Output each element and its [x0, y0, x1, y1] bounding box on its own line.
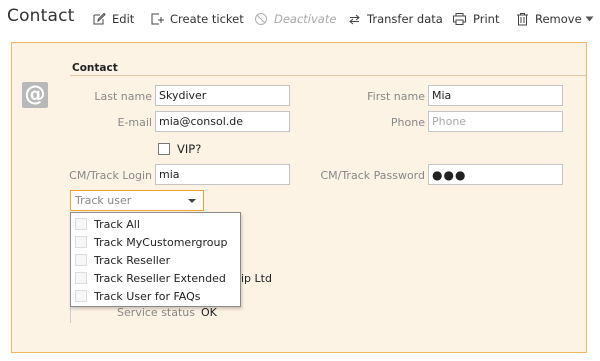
first-name-field[interactable] — [428, 85, 563, 106]
track-user-select[interactable]: Track user — [70, 190, 204, 211]
menu-checkbox[interactable] — [75, 218, 87, 230]
company-name-fragment: ip Ltd — [241, 272, 272, 285]
create-ticket-button[interactable]: Create ticket — [150, 10, 244, 28]
last-name-label: Last name — [94, 90, 152, 103]
create-ticket-label: Create ticket — [170, 12, 244, 26]
cm-login-label: CM/Track Login — [69, 169, 152, 182]
transfer-data-button[interactable]: Transfer data — [348, 10, 443, 28]
page-title: Contact — [7, 6, 75, 26]
menu-checkbox[interactable] — [75, 272, 87, 284]
remove-button[interactable]: Remove — [516, 10, 594, 28]
transfer-data-label: Transfer data — [367, 12, 443, 26]
toolbar: Contact Edit Create ticket Deactivate Tr… — [0, 0, 600, 38]
phone-field[interactable] — [428, 111, 563, 132]
at-sign-icon: @ — [22, 82, 48, 108]
menu-checkbox[interactable] — [75, 254, 87, 266]
edit-button[interactable]: Edit — [92, 10, 134, 28]
track-user-menu: Track All Track MyCustomergroup Track Re… — [70, 212, 241, 307]
chevron-down-icon — [585, 16, 594, 22]
menu-item-label: Track Reseller — [94, 253, 171, 267]
print-button[interactable]: Print — [452, 10, 499, 28]
deactivate-button: Deactivate — [254, 10, 336, 28]
menu-item-track-user-for-faqs[interactable]: Track User for FAQs — [75, 288, 201, 304]
vertical-divider — [70, 307, 71, 323]
email-label: E-mail — [117, 116, 153, 129]
section-title: Contact — [72, 62, 118, 74]
trash-icon — [517, 13, 528, 26]
create-ticket-icon — [151, 13, 164, 25]
last-name-field[interactable] — [155, 85, 290, 106]
vip-label: VIP? — [177, 142, 202, 156]
menu-item-label: Track All — [94, 217, 140, 231]
menu-checkbox[interactable] — [75, 236, 87, 248]
cm-login-field[interactable] — [155, 164, 290, 185]
service-status-label: Service status — [117, 306, 195, 319]
first-name-label: First name — [367, 90, 425, 103]
cm-password-label: CM/Track Password — [320, 169, 425, 182]
vip-checkbox[interactable] — [158, 143, 170, 155]
deactivate-icon — [255, 13, 267, 25]
edit-label: Edit — [112, 12, 135, 26]
chevron-down-icon — [188, 199, 196, 203]
menu-item-label: Track User for FAQs — [94, 289, 201, 303]
track-user-placeholder: Track user — [75, 194, 132, 207]
service-status-value: OK — [201, 306, 217, 319]
deactivate-label: Deactivate — [274, 12, 337, 26]
section-divider — [70, 75, 587, 76]
print-icon — [453, 13, 466, 25]
remove-label: Remove — [535, 12, 582, 26]
menu-item-track-all[interactable]: Track All — [75, 216, 140, 232]
menu-item-track-mycustomergroup[interactable]: Track MyCustomergroup — [75, 234, 227, 250]
phone-label: Phone — [390, 116, 425, 129]
menu-checkbox[interactable] — [75, 290, 87, 302]
menu-item-label: Track Reseller Extended — [94, 271, 226, 285]
print-label: Print — [473, 12, 500, 26]
transfer-icon — [349, 14, 360, 24]
email-field[interactable] — [155, 111, 290, 132]
menu-item-track-reseller-extended[interactable]: Track Reseller Extended — [75, 270, 226, 286]
edit-icon — [93, 12, 106, 25]
menu-item-label: Track MyCustomergroup — [94, 235, 228, 249]
menu-item-track-reseller[interactable]: Track Reseller — [75, 252, 170, 268]
cm-password-field[interactable] — [428, 164, 563, 185]
